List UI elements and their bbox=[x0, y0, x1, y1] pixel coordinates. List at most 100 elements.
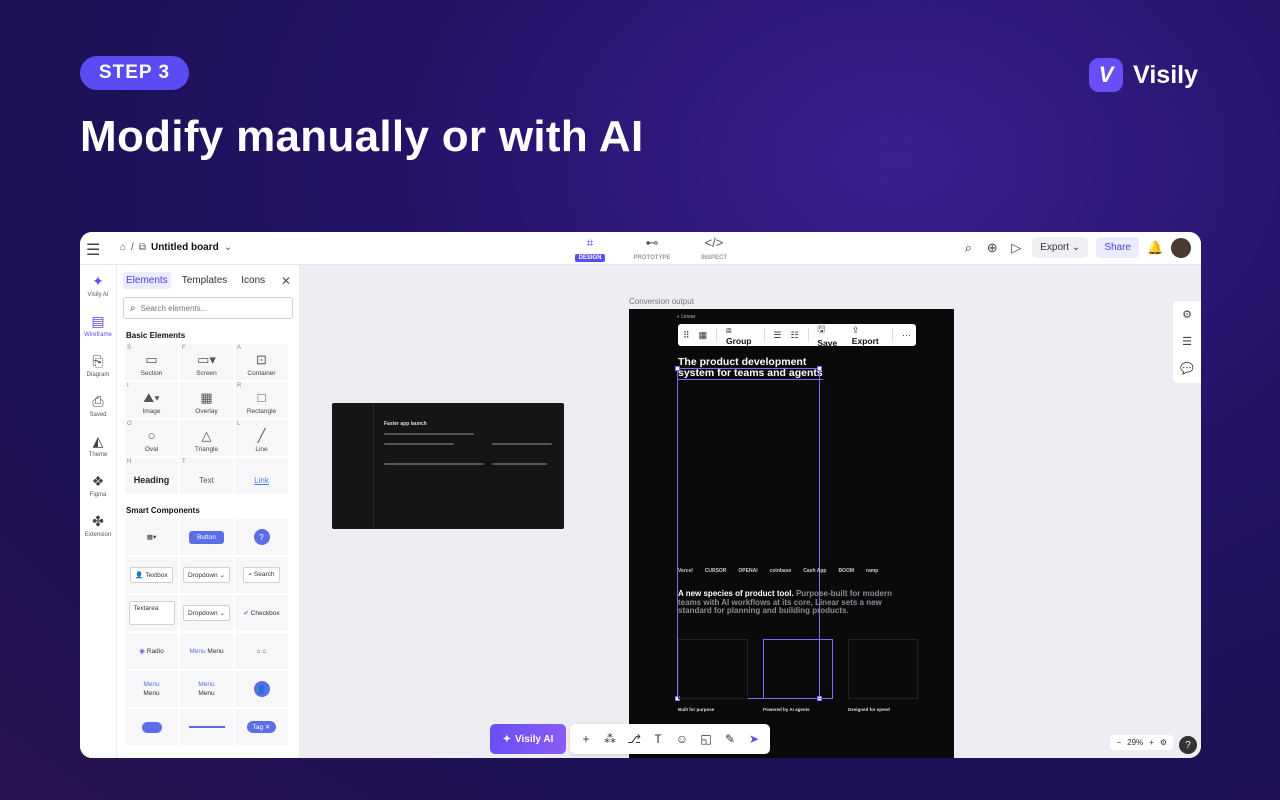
rail-item-theme[interactable]: ◭ Theme bbox=[80, 433, 116, 465]
element-screen[interactable]: F ▭▾ Screen bbox=[180, 344, 233, 380]
element-heading[interactable]: H Heading bbox=[125, 458, 178, 494]
chevron-down-icon[interactable]: ⌄ bbox=[224, 242, 232, 253]
component-avatar[interactable]: 👤 bbox=[235, 671, 288, 707]
zoom-out-icon[interactable]: − bbox=[1116, 738, 1121, 747]
search-input[interactable] bbox=[140, 303, 271, 313]
comment-icon[interactable]: 💬 bbox=[1180, 362, 1194, 375]
tab-icons[interactable]: Icons bbox=[238, 272, 268, 289]
tab-inspect[interactable]: </> INSPECT bbox=[694, 235, 734, 262]
left-rail: ✦ Visily AI ▤ Wireframe ⎘ Diagram ⎙ Save… bbox=[80, 265, 117, 758]
sticky-note-tool-icon[interactable]: ◱ bbox=[698, 732, 714, 746]
component-menu-list[interactable]: Menu Menu bbox=[125, 671, 178, 707]
menu-vertical-preview: Menu Menu bbox=[198, 681, 214, 697]
more-icon[interactable]: ⋯ bbox=[902, 330, 911, 341]
tab-elements[interactable]: Elements bbox=[123, 272, 171, 289]
feature-card[interactable] bbox=[848, 639, 918, 699]
group-label: Group bbox=[725, 335, 752, 346]
component-slider[interactable] bbox=[180, 709, 233, 745]
settings-icon[interactable]: ⚙ bbox=[1160, 738, 1167, 747]
rail-item-visily-ai[interactable]: ✦ Visily AI bbox=[80, 273, 116, 305]
avatar[interactable] bbox=[1171, 237, 1191, 258]
converted-page[interactable]: ◐ Linear The product development system … bbox=[629, 309, 954, 758]
search-field[interactable]: ⌕ bbox=[123, 297, 293, 319]
add-icon[interactable]: ⊕ bbox=[984, 240, 1000, 256]
feature-card[interactable] bbox=[678, 639, 748, 699]
align-icon[interactable]: ☰ bbox=[773, 330, 781, 341]
help-icon[interactable]: ? bbox=[1179, 736, 1197, 754]
fill-icon[interactable]: ▦ bbox=[699, 330, 708, 341]
layers-icon[interactable]: ☰ bbox=[1182, 335, 1192, 348]
element-image[interactable]: I ⛰▾ Image bbox=[125, 382, 178, 418]
rail-item-wireframe[interactable]: ▤ Wireframe bbox=[80, 313, 116, 345]
component-menu-tabs[interactable]: Menu Menu bbox=[180, 633, 233, 669]
tab-templates[interactable]: Templates bbox=[179, 272, 231, 289]
element-text[interactable]: T Text bbox=[180, 458, 233, 494]
rail-item-saved[interactable]: ⎙ Saved bbox=[80, 393, 116, 425]
text-tool-icon[interactable]: T bbox=[650, 732, 666, 746]
tab-prototype[interactable]: ⊷ PROTOTYPE bbox=[632, 235, 672, 262]
pen-tool-icon[interactable]: ✎ bbox=[722, 732, 738, 746]
zoom-in-icon[interactable]: + bbox=[1149, 738, 1154, 747]
flow-tool-icon[interactable]: ⎇ bbox=[626, 732, 642, 746]
rail-item-extension[interactable]: ✤ Extension bbox=[80, 513, 116, 545]
emoji-tool-icon[interactable]: ☺ bbox=[674, 732, 690, 746]
element-section[interactable]: S ▭ Section bbox=[125, 344, 178, 380]
panel-tabs: Elements Templates Icons ✕ bbox=[117, 265, 299, 289]
component-menu-vertical[interactable]: Menu Menu bbox=[180, 671, 233, 707]
resize-handle[interactable] bbox=[817, 366, 822, 371]
distribute-icon[interactable]: ☷ bbox=[790, 330, 798, 341]
components-tool-icon[interactable]: ⁂ bbox=[602, 732, 618, 746]
section-heading[interactable]: A new species of product tool. Purpose-b… bbox=[678, 589, 893, 616]
component-tag[interactable]: Tag ✕ bbox=[235, 709, 288, 745]
tool-palette: + ⁂ ⎇ T ☺ ◱ ✎ ➤ bbox=[570, 724, 770, 754]
component-radio[interactable]: ◉ Radio bbox=[125, 633, 178, 669]
right-rail: ⚙ ☰ 💬 bbox=[1173, 301, 1201, 383]
rail-item-figma[interactable]: ❖ Figma bbox=[80, 473, 116, 505]
component-dropdown[interactable]: Dropdown ⌄ bbox=[180, 557, 233, 593]
drag-handle-icon[interactable]: ⠿ bbox=[683, 330, 690, 341]
component-toggle[interactable] bbox=[125, 709, 178, 745]
rail-item-diagram[interactable]: ⎘ Diagram bbox=[80, 353, 116, 385]
element-triangle[interactable]: △ Triangle bbox=[180, 420, 233, 456]
home-icon[interactable]: ⌂ bbox=[120, 242, 126, 253]
play-icon[interactable]: ▷ bbox=[1008, 240, 1024, 256]
group-button[interactable]: ⧈ Group bbox=[726, 325, 755, 346]
canvas[interactable]: Faster app launch Conversion output ◐ Li… bbox=[300, 265, 1201, 758]
share-button[interactable]: Share bbox=[1096, 237, 1139, 258]
tab-design[interactable]: ⌗ DESIGN bbox=[570, 235, 610, 262]
component-textarea[interactable]: Textarea bbox=[125, 595, 178, 631]
element-oval[interactable]: O ○ Oval bbox=[125, 420, 178, 456]
board-name[interactable]: Untitled board bbox=[151, 242, 219, 253]
element-overlay[interactable]: ▦ Overlay bbox=[180, 382, 233, 418]
source-screenshot-thumbnail[interactable]: Faster app launch bbox=[332, 403, 564, 529]
element-link[interactable]: Link bbox=[235, 458, 288, 494]
element-line[interactable]: L ╱ Line bbox=[235, 420, 288, 456]
visily-ai-button[interactable]: ✦ Visily AI bbox=[490, 724, 566, 754]
element-rectangle[interactable]: R □ Rectangle bbox=[235, 382, 288, 418]
bell-icon[interactable]: 🔔 bbox=[1147, 240, 1163, 256]
component-help[interactable]: ? bbox=[235, 519, 288, 555]
basic-elements-title: Basic Elements bbox=[126, 331, 186, 340]
feature-card-selected[interactable] bbox=[763, 639, 833, 699]
visily-logo-icon: V bbox=[1089, 58, 1124, 92]
add-tool-icon[interactable]: + bbox=[578, 732, 594, 746]
element-container[interactable]: A ⊡ Container bbox=[235, 344, 288, 380]
hamburger-menu-icon[interactable]: ☰ bbox=[86, 240, 100, 260]
export-toolbar-button[interactable]: ⇪ Export bbox=[852, 325, 883, 346]
pointer-tool-icon[interactable]: ➤ bbox=[746, 732, 762, 746]
component-button[interactable]: Button bbox=[180, 519, 233, 555]
smart-components-grid: ▦▾ Button ? 👤 Textbox Dropdown ⌄ ⌕ Searc… bbox=[125, 519, 299, 745]
component-search[interactable]: ⌕ Search bbox=[235, 557, 288, 593]
component-dropdown-open[interactable]: Dropdown ⌄ bbox=[180, 595, 233, 631]
save-button[interactable]: 🖫 Save bbox=[817, 322, 842, 348]
close-icon[interactable]: ✕ bbox=[281, 274, 291, 288]
component-checkbox[interactable]: ✔ Checkbox bbox=[235, 595, 288, 631]
resize-handle[interactable] bbox=[675, 366, 680, 371]
settings-sliders-icon[interactable]: ⚙ bbox=[1182, 308, 1192, 321]
export-button[interactable]: Export ⌄ bbox=[1032, 237, 1089, 258]
mode-switcher: ⌗ DESIGN ⊷ PROTOTYPE </> INSPECT bbox=[570, 235, 734, 262]
component-table[interactable]: ▦▾ bbox=[125, 519, 178, 555]
component-menu-icons[interactable]: ⌂ ⌂ bbox=[235, 633, 288, 669]
search-icon[interactable]: ⌕ bbox=[960, 240, 976, 256]
component-textbox[interactable]: 👤 Textbox bbox=[125, 557, 178, 593]
